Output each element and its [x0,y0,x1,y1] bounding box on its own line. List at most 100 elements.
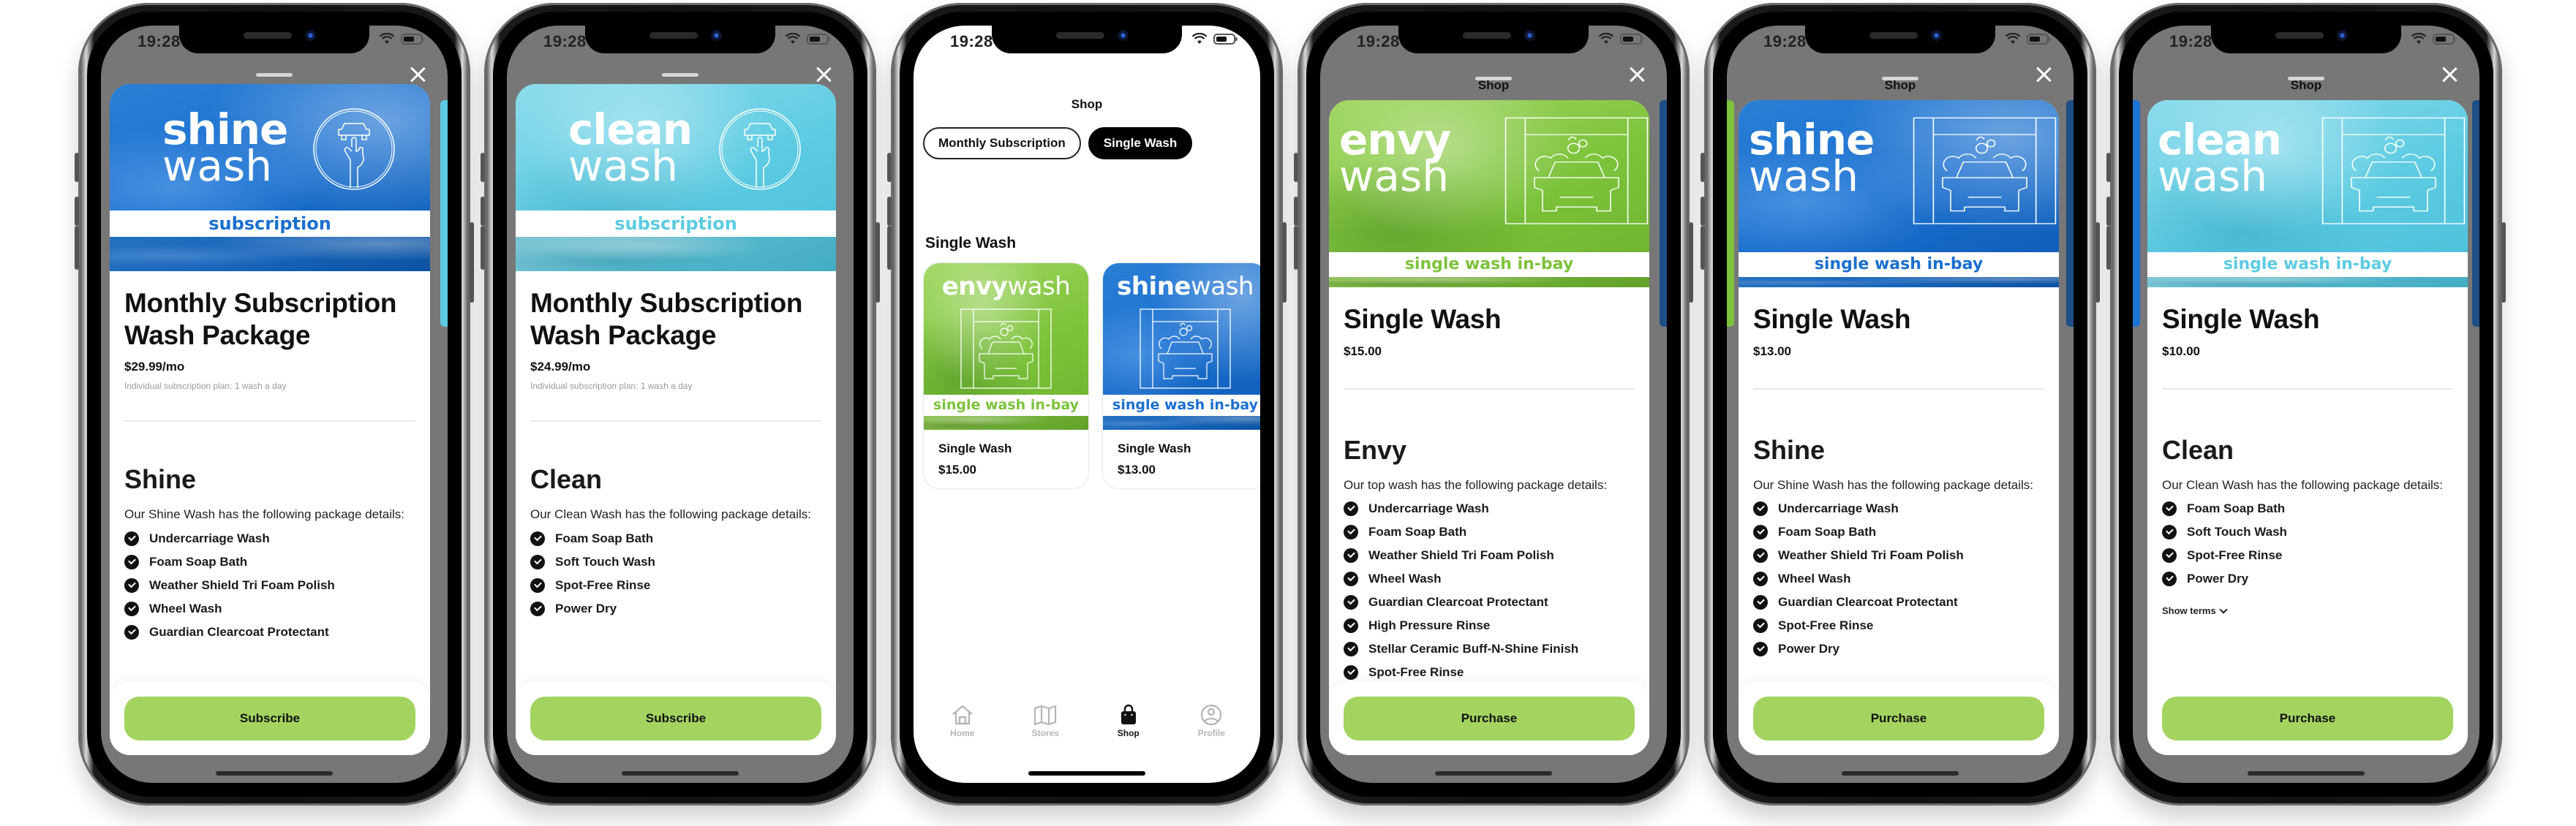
product-thumbnail: shinewash single wash in-bay [1103,263,1260,430]
package-description: Our top wash has the following package d… [1344,477,1608,492]
screen: 19:28 Shop envy wash single wash in-bay … [1320,26,1667,783]
sheet-footer: Subscribe [516,682,836,755]
banner-strip-label: subscription [516,211,836,237]
product-title: Single Wash [2162,304,2320,334]
purchase-button[interactable]: Purchase [2162,697,2453,740]
feature-label: Wheel Wash [1368,572,1442,586]
brand-banner: shine wash subscription [110,84,430,271]
product-carousel: envywash single wash in-bay Single Wash … [924,263,1260,488]
checkmark-circle-icon [1344,501,1358,517]
show-terms-toggle[interactable]: Show terms [2162,605,2228,616]
checkmark-circle-icon [2162,572,2177,587]
package-name: Shine [124,464,197,495]
feature-label: Foam Soap Bath [555,531,654,546]
banner-strip-label: single wash in-bay [1329,252,1649,277]
sheet-handle[interactable] [256,73,293,77]
tab-bar: Home Stores Shop Profile [914,704,1260,748]
tab-profile[interactable]: Profile [1182,704,1240,748]
feature-item: Undercarriage Wash [1344,497,1635,520]
checkmark-circle-icon [1344,572,1358,587]
checkmark-circle-icon [530,531,545,547]
banner-strip-label: single wash in-bay [1739,252,2059,277]
package-name: Clean [530,464,603,495]
feature-item: Power Dry [530,597,821,621]
product-title: Single Wash [1344,304,1502,334]
status-icons [785,33,831,45]
divider [1344,387,1635,390]
feature-item: Undercarriage Wash [124,527,415,550]
checkmark-circle-icon [2162,548,2177,564]
banner-strip-label: single wash in-bay [924,395,1088,416]
package-name: Shine [1753,434,1826,465]
checkmark-circle-icon [1344,595,1358,610]
close-button[interactable] [1627,65,1646,84]
checkmark-circle-icon [124,602,139,617]
sheet-handle[interactable] [1882,77,1918,80]
sheet-handle[interactable] [662,73,698,77]
feature-list: Undercarriage Wash Foam Soap Bath Weather … [124,527,415,644]
feature-item: Guardian Clearcoat Protectant [124,621,415,644]
feature-label: Spot-Free Rinse [1368,665,1464,680]
wifi-icon [2411,33,2427,44]
chevron-down-icon [2219,605,2228,614]
package-name: Envy [1344,434,1407,465]
purchase-button[interactable]: Purchase [1344,697,1635,740]
tab-home[interactable]: Home [933,704,992,748]
product-card-envy[interactable]: envywash single wash in-bay Single Wash … [924,263,1088,488]
screen: 19:28 clean wash subscription Monthly Su… [507,26,854,783]
sheet-footer: Purchase [2147,682,2468,755]
product-price: $24.99/mo [530,360,591,374]
status-time: 19:28 [138,32,181,50]
feature-item: Weather Shield Tri Foam Polish [124,574,415,597]
divider [124,420,415,423]
feature-label: Spot-Free Rinse [2187,548,2283,563]
battery-icon [807,33,831,45]
status-icons [379,33,425,45]
brand-wordmark: envywash [941,272,1071,301]
checkmark-circle-icon [530,578,545,594]
checkmark-circle-icon [1344,642,1358,657]
feature-label: Power Dry [555,602,617,616]
subscribe-button[interactable]: Subscribe [124,697,415,740]
feature-label: Spot-Free Rinse [555,578,651,593]
checkmark-circle-icon [1344,618,1358,634]
notch [2211,26,2401,53]
phone-shine-subscription: 19:28 shine wash subscription Monthly Su… [75,3,474,806]
brand-banner: clean wash single wash in-bay [2147,100,2468,287]
purchase-button[interactable]: Purchase [1753,697,2044,740]
segment-single-wash[interactable]: Single Wash [1088,127,1193,159]
tab-stores[interactable]: Stores [1016,704,1074,748]
close-button[interactable] [2034,65,2053,84]
feature-item: Guardian Clearcoat Protectant [1753,591,2044,614]
car-wash-gate-icon [960,308,1052,389]
phone-shine-single-wash: 19:28 Shop shine wash single wash in-bay… [1701,3,2100,806]
car-wash-gate-icon [1140,308,1231,389]
feature-item: Guardian Clearcoat Protectant [1344,591,1635,614]
tab-shop[interactable]: Shop [1099,704,1158,748]
notch [1398,26,1589,53]
subscribe-button[interactable]: Subscribe [530,697,821,740]
product-card-shine[interactable]: shinewash single wash in-bay Single Wash… [1103,263,1260,488]
feature-item: Spot-Free Rinse [1344,661,1635,684]
background-page-title: Shop [2290,78,2322,92]
product-price: $10.00 [2162,344,2200,358]
close-button[interactable] [408,65,427,84]
sheet-handle[interactable] [1475,77,1512,80]
close-button[interactable] [2440,65,2459,84]
feature-item: High Pressure Rinse [1344,614,1635,637]
close-button[interactable] [814,65,833,84]
checkmark-circle-icon [1753,642,1768,657]
checkmark-circle-icon [530,602,545,617]
screen: 19:28 Shop Monthly Subscription Single W… [914,26,1260,783]
sheet-handle[interactable] [2288,77,2324,80]
segment-monthly-subscription[interactable]: Monthly Subscription [923,127,1081,159]
feature-item: Undercarriage Wash [1753,497,2044,520]
feature-label: Weather Shield Tri Foam Polish [1368,548,1554,563]
brand-wordmark: shinewash [1117,272,1254,301]
phone-clean-single-wash: 19:28 Shop clean wash single wash in-bay… [2106,3,2506,806]
product-sheet: shine wash subscription Monthly Subscrip… [110,84,430,755]
feature-label: High Pressure Rinse [1368,618,1491,633]
feature-item: Foam Soap Bath [124,550,415,574]
brand-logo: envy wash [1339,115,1451,201]
home-icon [952,705,973,725]
